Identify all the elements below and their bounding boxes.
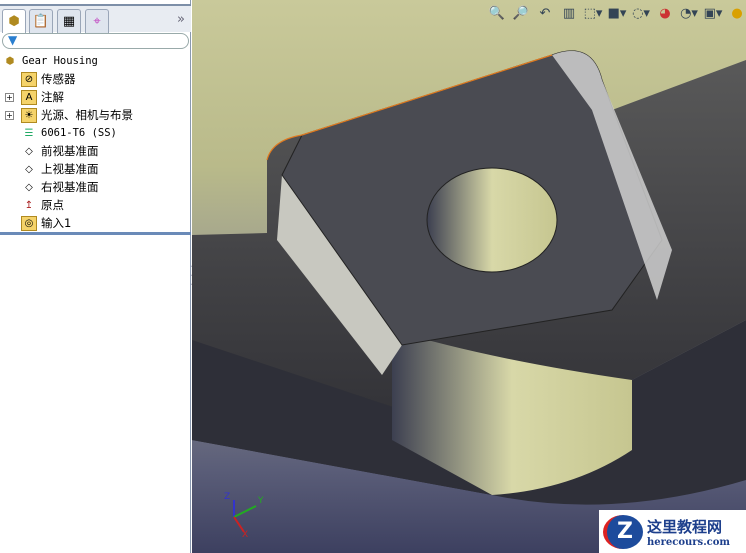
triad-axes-icon <box>233 500 257 533</box>
tree-item-label: 注解 <box>41 90 64 104</box>
panel-tabs: ⬢ 📋 ▦ ⌖ » <box>0 4 191 33</box>
tree-item-imported[interactable]: ◎ 输入1 <box>0 214 191 232</box>
plane-icon: ◇ <box>25 181 33 193</box>
tree-item-label: 光源、相机与布景 <box>41 108 133 122</box>
apply-scene-icon[interactable]: ◔▾ <box>680 4 698 22</box>
heads-up-toolbar: 🔍 🔎 ↶ ▥ ⬚▾ ■▾ ◌▾ ◕ ◔▾ ▣▾ ● <box>488 4 746 22</box>
tab-dimxpert-manager[interactable]: ⌖ <box>85 9 109 33</box>
filter-input[interactable]: ▼ <box>2 33 189 49</box>
tree-item-annotations[interactable]: + A 注解 <box>0 88 191 106</box>
part-icon: ⬢ <box>8 14 20 29</box>
tree-item-front-plane[interactable]: ◇ 前视基准面 <box>0 142 191 160</box>
more-tabs-button[interactable]: » <box>177 12 185 27</box>
edit-appearance-icon[interactable]: ◕ <box>656 4 674 22</box>
tree-root-label: Gear Housing <box>22 55 98 67</box>
view-settings-icon[interactable]: ▣▾ <box>704 4 723 22</box>
crosshair-icon: ⌖ <box>93 14 101 29</box>
watermark-title: 这里教程网 <box>647 517 723 536</box>
expand-icon[interactable]: + <box>5 92 14 102</box>
tree-item-label: 输入1 <box>41 216 72 230</box>
plane-icon: ◇ <box>25 145 33 157</box>
tree-root[interactable]: ⬢ Gear Housing <box>0 52 191 70</box>
feature-manager-panel: ⬢ 📋 ▦ ⌖ » ▼ ⬢ Gear Housing ⊘ 传感器 + A 注解 + ☀ 光源… <box>0 0 191 553</box>
tab-feature-manager[interactable]: ⬢ <box>2 9 26 33</box>
tree-item-origin[interactable]: ↥ 原点 <box>0 196 191 214</box>
triad-x-label: X <box>242 530 249 540</box>
material-icon: ☰ <box>24 127 34 139</box>
expand-icon[interactable]: + <box>5 110 14 120</box>
tree-item-label: 右视基准面 <box>41 180 99 194</box>
section-view-icon[interactable]: ▥ <box>560 4 578 22</box>
tree-item-lights[interactable]: + ☀ 光源、相机与布景 <box>0 106 191 124</box>
triad-z-label: Z <box>224 492 231 502</box>
tree-item-label: 传感器 <box>41 72 76 86</box>
panel-divider[interactable] <box>0 232 191 235</box>
realview-icon[interactable]: ● <box>728 4 746 22</box>
watermark-logo: Z 这里教程网 herecours.com <box>599 510 746 553</box>
tree-item-label: 原点 <box>41 198 64 212</box>
lights-folder-icon: ☀ <box>21 107 37 123</box>
zoom-to-fit-icon[interactable]: 🔍 <box>488 4 506 22</box>
annotation-folder-icon: A <box>21 89 37 105</box>
graphics-viewport[interactable]: 🔍 🔎 ↶ ▥ ⬚▾ ■▾ ◌▾ ◕ ◔▾ ▣▾ ● Z Y X <box>192 0 746 553</box>
tree-item-material[interactable]: ☰ 6061-T6 (SS) <box>0 124 191 142</box>
view-orientation-icon[interactable]: ⬚▾ <box>584 4 603 22</box>
tab-property-manager[interactable]: 📋 <box>29 9 53 33</box>
feature-tree: ⬢ Gear Housing ⊘ 传感器 + A 注解 + ☀ 光源、相机与布景 ☰ 6061… <box>0 52 191 232</box>
3d-model <box>192 50 746 505</box>
tree-item-right-plane[interactable]: ◇ 右视基准面 <box>0 178 191 196</box>
triad-y-label: Y <box>258 496 264 506</box>
hide-show-items-icon[interactable]: ◌▾ <box>632 4 650 22</box>
watermark-url: herecours.com <box>647 536 731 548</box>
zoom-to-area-icon[interactable]: 🔎 <box>512 4 530 22</box>
reference-triad: Z Y X <box>214 492 264 545</box>
tree-item-label: 6061-T6 (SS) <box>41 127 117 139</box>
tree-item-label: 前视基准面 <box>41 144 99 158</box>
origin-icon: ↥ <box>24 199 34 211</box>
imported-body-icon: ◎ <box>21 215 37 231</box>
tree-item-label: 上视基准面 <box>41 162 99 176</box>
part-icon: ⬢ <box>5 55 15 67</box>
plane-icon: ◇ <box>25 163 33 175</box>
tree-item-sensors[interactable]: ⊘ 传感器 <box>0 70 191 88</box>
configuration-icon: ▦ <box>62 14 76 29</box>
logo-z-icon: Z <box>603 514 643 549</box>
property-icon: 📋 <box>32 14 50 29</box>
tab-configuration-manager[interactable]: ▦ <box>57 9 81 33</box>
tree-item-top-plane[interactable]: ◇ 上视基准面 <box>0 160 191 178</box>
sensor-folder-icon: ⊘ <box>21 71 37 87</box>
previous-view-icon[interactable]: ↶ <box>536 4 554 22</box>
display-style-icon[interactable]: ■▾ <box>608 4 627 22</box>
filter-icon: ▼ <box>8 33 18 47</box>
